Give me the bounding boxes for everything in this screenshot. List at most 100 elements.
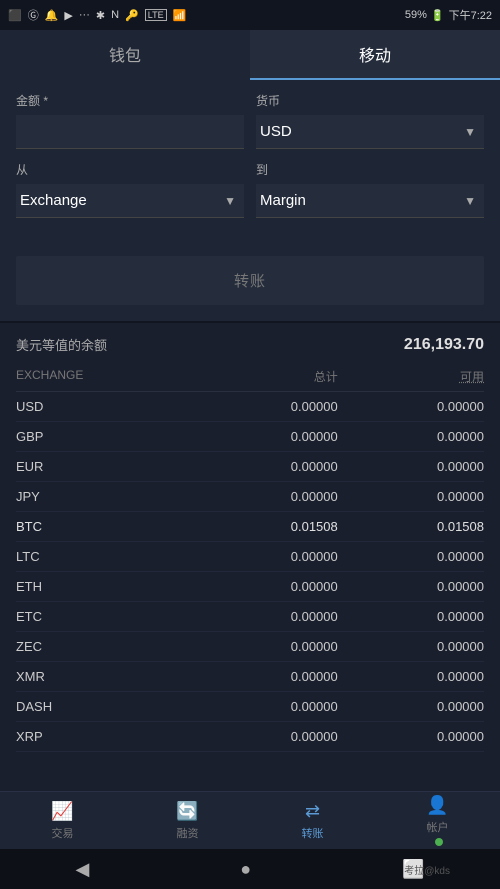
amount-label: 金额 * (16, 92, 244, 109)
cell-currency-name: LTC (16, 549, 192, 564)
nfc-icon: N (111, 9, 119, 21)
table-row: EUR0.000000.00000 (16, 452, 484, 482)
col-header-total: 总计 (192, 368, 338, 385)
status-bar: ⬛ Ⓖ 🔔 ▶ ··· ✱ N 🔑 LTE 📶 59% 🔋 下午7:22 (0, 0, 500, 30)
balance-value: 216,193.70 (404, 336, 484, 354)
cell-total: 0.00000 (192, 609, 338, 624)
from-select-wrapper: Exchange Margin Funding ▼ (16, 184, 244, 218)
cell-total: 0.00000 (192, 669, 338, 684)
cell-avail: 0.00000 (338, 549, 484, 564)
table-row: GBP0.000000.00000 (16, 422, 484, 452)
signal-bars: 📶 (173, 9, 187, 22)
table-row: LTC0.000000.00000 (16, 542, 484, 572)
nav-item-funding[interactable]: 🔄 融资 (125, 792, 250, 849)
nav-label-transfer: 转账 (302, 825, 324, 841)
table-row: DASH0.000000.00000 (16, 692, 484, 722)
transfer-btn-row: 转账 (0, 246, 500, 321)
cell-total: 0.01508 (192, 519, 338, 534)
nav-item-transfer[interactable]: ⇄ 转账 (250, 792, 375, 849)
cell-avail: 0.00000 (338, 639, 484, 654)
bluetooth-icon: ✱ (96, 9, 105, 22)
watermark-text: 考拉@kds (404, 862, 450, 877)
bottom-nav: 📈 交易 🔄 融资 ⇄ 转账 👤 帐户 (0, 791, 500, 849)
cell-currency-name: ZEC (16, 639, 192, 654)
lte-icon: LTE (145, 9, 167, 21)
cell-currency-name: DASH (16, 699, 192, 714)
cell-total: 0.00000 (192, 729, 338, 744)
transfer-icon: ⇄ (305, 801, 320, 822)
cell-avail: 0.00000 (338, 489, 484, 504)
table-row: BTC0.015080.01508 (16, 512, 484, 542)
to-select-wrapper: Margin Exchange Funding ▼ (256, 184, 484, 218)
table-row: ZEC0.000000.00000 (16, 632, 484, 662)
to-group: 到 Margin Exchange Funding ▼ (256, 161, 484, 218)
cell-avail: 0.01508 (338, 519, 484, 534)
table-rows: USD0.000000.00000GBP0.000000.00000EUR0.0… (16, 392, 484, 752)
cell-currency-name: GBP (16, 429, 192, 444)
nav-item-account[interactable]: 👤 帐户 (375, 792, 500, 849)
online-dot (435, 838, 443, 846)
nav-label-trade: 交易 (52, 825, 74, 841)
table-row: XMR0.000000.00000 (16, 662, 484, 692)
cell-avail: 0.00000 (338, 399, 484, 414)
table-row: ETH0.000000.00000 (16, 572, 484, 602)
cell-total: 0.00000 (192, 579, 338, 594)
cell-total: 0.00000 (192, 459, 338, 474)
from-label: 从 (16, 161, 244, 178)
notification-icon: 🔔 (45, 9, 59, 22)
app-icon-2: Ⓖ (28, 7, 39, 23)
amount-group: 金额 * (16, 92, 244, 149)
key-icon: 🔑 (125, 9, 139, 22)
trade-icon: 📈 (51, 801, 73, 822)
cell-avail: 0.00000 (338, 429, 484, 444)
to-select[interactable]: Margin Exchange Funding (256, 184, 484, 217)
form-section: 金额 * 货币 USD EUR GBP BTC ▼ 从 Exchange (0, 80, 500, 246)
transfer-button[interactable]: 转账 (16, 256, 484, 305)
battery-text: 59% (405, 9, 427, 21)
home-button[interactable]: ● (240, 859, 251, 880)
cell-currency-name: EUR (16, 459, 192, 474)
table-row: USD0.000000.00000 (16, 392, 484, 422)
status-left-icons: ⬛ Ⓖ 🔔 ▶ ··· ✱ N 🔑 LTE 📶 (8, 7, 186, 23)
account-icon: 👤 (426, 795, 448, 816)
battery-icon: 🔋 (431, 9, 445, 22)
time-display: 下午7:22 (449, 7, 492, 23)
nav-item-trade[interactable]: 📈 交易 (0, 792, 125, 849)
funding-icon: 🔄 (176, 801, 198, 822)
currency-select-wrapper: USD EUR GBP BTC ▼ (256, 115, 484, 149)
cell-currency-name: USD (16, 399, 192, 414)
balance-section: 美元等值的余额 216,193.70 (0, 323, 500, 362)
cell-currency-name: JPY (16, 489, 192, 504)
table-header: EXCHANGE 总计 可用 (16, 362, 484, 392)
to-label: 到 (256, 161, 484, 178)
cell-avail: 0.00000 (338, 609, 484, 624)
amount-input[interactable] (16, 115, 244, 149)
top-tabs: 钱包 移动 (0, 30, 500, 80)
exchange-table: EXCHANGE 总计 可用 USD0.000000.00000GBP0.000… (0, 362, 500, 752)
cell-avail: 0.00000 (338, 579, 484, 594)
system-nav: ◀ ● ⬜ 考拉@kds (0, 849, 500, 889)
dots-icon: ··· (79, 9, 90, 21)
cell-total: 0.00000 (192, 429, 338, 444)
currency-group: 货币 USD EUR GBP BTC ▼ (256, 92, 484, 149)
from-group: 从 Exchange Margin Funding ▼ (16, 161, 244, 218)
cell-total: 0.00000 (192, 399, 338, 414)
form-row-amount-currency: 金额 * 货币 USD EUR GBP BTC ▼ (16, 92, 484, 149)
nav-label-funding: 融资 (177, 825, 199, 841)
back-button[interactable]: ◀ (75, 859, 89, 880)
from-select[interactable]: Exchange Margin Funding (16, 184, 244, 217)
currency-select[interactable]: USD EUR GBP BTC (256, 115, 484, 148)
cell-total: 0.00000 (192, 699, 338, 714)
tab-mobile[interactable]: 移动 (250, 30, 500, 80)
cell-currency-name: ETH (16, 579, 192, 594)
balance-label: 美元等值的余额 (16, 335, 107, 354)
form-row-from-to: 从 Exchange Margin Funding ▼ 到 Margin Exc… (16, 161, 484, 218)
tab-wallet[interactable]: 钱包 (0, 30, 250, 80)
table-row: XRP0.000000.00000 (16, 722, 484, 752)
cell-avail: 0.00000 (338, 459, 484, 474)
currency-label: 货币 (256, 92, 484, 109)
section-label: EXCHANGE (16, 368, 192, 385)
col-header-avail: 可用 (338, 368, 484, 385)
play-icon: ▶ (64, 9, 72, 22)
table-row: ETC0.000000.00000 (16, 602, 484, 632)
